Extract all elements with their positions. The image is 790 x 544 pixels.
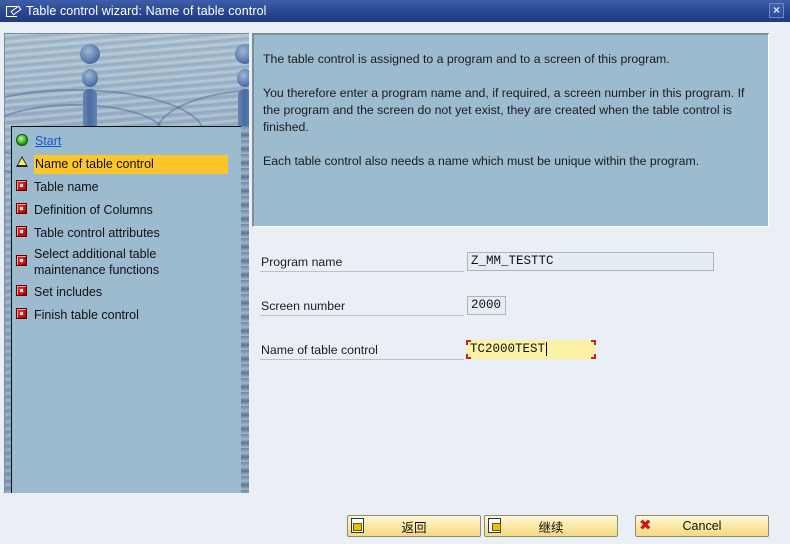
step-set-includes[interactable]: Set includes	[16, 284, 236, 300]
step-label[interactable]: Start	[35, 133, 61, 149]
step-label: Table name	[34, 180, 99, 194]
program-name-input[interactable]: Z_MM_TESTTC	[467, 252, 714, 271]
focus-corner	[466, 340, 471, 345]
screen-number-label: Screen number	[260, 298, 464, 316]
table-control-name-value: TC2000TEST	[470, 342, 546, 356]
red-square-icon	[16, 308, 27, 319]
step-label: Set includes	[34, 285, 103, 299]
back-button[interactable]: 返回	[347, 515, 481, 537]
cancel-x-icon: ✖	[639, 517, 652, 534]
table-control-name-input[interactable]: TC2000TEST	[466, 340, 596, 359]
step-select-maintenance-functions[interactable]: Select additional table maintenance func…	[16, 246, 236, 278]
info-text: Each table control also needs a name whi…	[263, 154, 700, 168]
step-table-name[interactable]: Table name	[16, 179, 236, 195]
back-button-label: 返回	[401, 520, 427, 535]
step-label: Select additional table maintenance func…	[34, 247, 160, 277]
title-bar: Table control wizard: Name of table cont…	[0, 0, 790, 22]
info-text: The table control is assigned to a progr…	[263, 52, 670, 66]
text-cursor	[546, 342, 548, 356]
table-control-name-row: Name of table control	[260, 342, 464, 360]
continue-button-label: 继续	[538, 520, 564, 535]
focus-corner	[591, 340, 596, 345]
window-title: Table control wizard: Name of table cont…	[26, 4, 267, 18]
screen-number-row: Screen number	[260, 298, 464, 316]
step-label: Table control attributes	[34, 226, 160, 240]
step-table-control-attributes[interactable]: Table control attributes	[16, 225, 236, 241]
forward-arrow-icon	[488, 518, 501, 533]
program-name-label: Program name	[260, 254, 464, 272]
info-panel: The table control is assigned to a progr…	[252, 33, 769, 227]
info-text: You therefore enter a program name and, …	[263, 86, 745, 134]
focus-corner	[591, 354, 596, 359]
green-light-icon	[16, 134, 28, 146]
step-label: Finish table control	[34, 308, 139, 322]
wizard-step-list: Start Name of table control Table name D…	[11, 126, 241, 493]
step-definition-of-columns[interactable]: Definition of Columns	[16, 202, 236, 218]
red-square-icon	[16, 255, 27, 266]
step-label: Definition of Columns	[34, 203, 153, 217]
wizard-window-icon	[6, 5, 20, 17]
step-name-of-table-control[interactable]: Name of table control	[16, 155, 236, 174]
program-name-row: Program name	[260, 254, 464, 272]
cancel-button[interactable]: ✖ Cancel	[635, 515, 769, 537]
decorative-strip	[240, 126, 249, 493]
red-square-icon	[16, 226, 27, 237]
cancel-button-label: Cancel	[682, 519, 722, 533]
yellow-triangle-icon	[16, 156, 28, 167]
continue-button[interactable]: 继续	[484, 515, 618, 537]
step-finish-table-control[interactable]: Finish table control	[16, 307, 236, 323]
close-button[interactable]: ×	[769, 3, 784, 18]
red-square-icon	[16, 180, 27, 191]
screen-number-input[interactable]: 2000	[467, 296, 506, 315]
step-start[interactable]: Start	[16, 133, 236, 149]
step-label: Name of table control	[34, 155, 228, 174]
table-control-name-label: Name of table control	[260, 342, 464, 360]
red-square-icon	[16, 285, 27, 296]
wizard-steps-pane: Start Name of table control Table name D…	[4, 33, 249, 493]
red-square-icon	[16, 203, 27, 214]
close-icon: ×	[772, 3, 780, 17]
back-arrow-icon	[351, 518, 364, 533]
focus-corner	[466, 354, 471, 359]
